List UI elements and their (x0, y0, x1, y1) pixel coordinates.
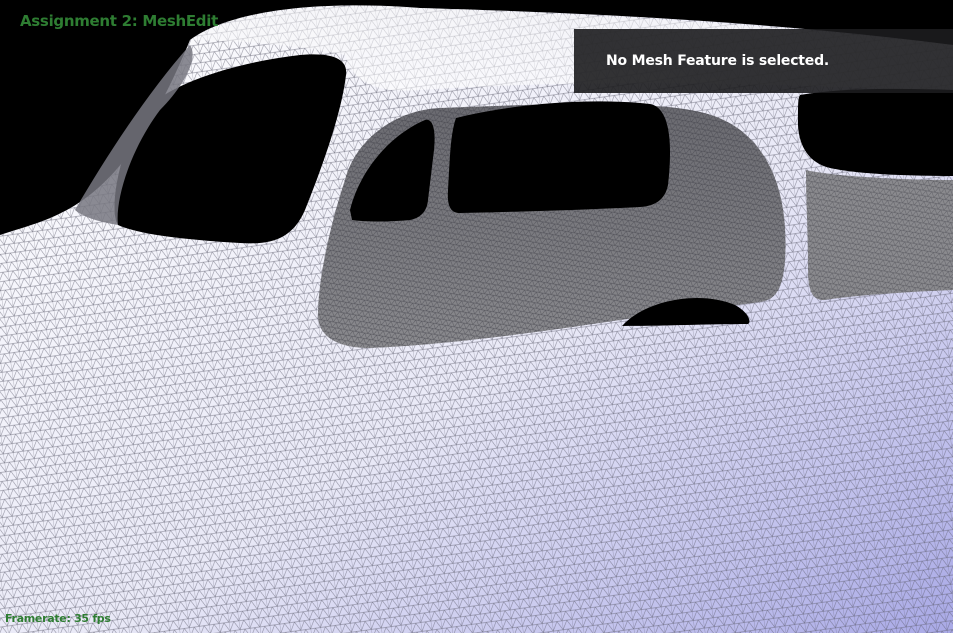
car-mesh-render (0, 0, 953, 633)
rear-door-interior-wireframe (806, 170, 953, 301)
framerate-readout: Framerate: 35 fps (5, 612, 111, 625)
mesh-viewport[interactable] (0, 0, 953, 633)
app-title: Assignment 2: MeshEdit (20, 12, 218, 30)
side-window-middle (447, 101, 671, 213)
selection-info-panel: No Mesh Feature is selected. (574, 29, 953, 93)
rear-window (797, 88, 953, 176)
selection-status-text: No Mesh Feature is selected. (606, 53, 830, 69)
